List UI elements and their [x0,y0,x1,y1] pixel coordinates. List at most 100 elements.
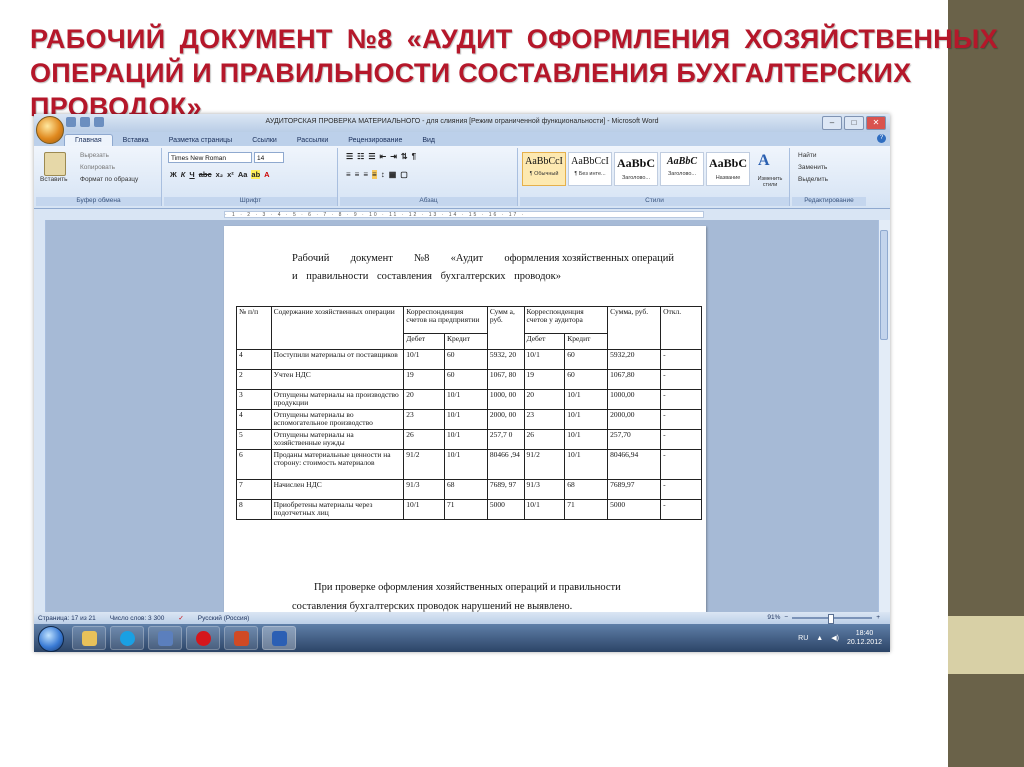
cell-sum: 2000, 00 [486,409,525,430]
zoom-out-button[interactable]: − [784,614,788,621]
tab-view[interactable]: Вид [412,135,445,146]
change-case-button[interactable]: Aa [238,170,248,179]
clock-date: 20.12.2012 [846,639,882,646]
underline-button[interactable]: Ч [189,170,194,179]
increase-indent-icon[interactable]: ⇥ [390,152,397,161]
cell-auditor-credit: 60 [564,369,609,390]
start-button[interactable] [38,626,64,652]
tab-insert[interactable]: Вставка [113,135,159,146]
align-left-icon[interactable]: ≡ [346,170,351,179]
taskbar-explorer[interactable] [72,626,106,650]
volume-icon[interactable]: ◀) [831,634,839,642]
tab-review[interactable]: Рецензирование [338,135,412,146]
doc-title-word: «Аудит [450,253,484,264]
align-right-icon[interactable]: ≡ [363,170,368,179]
copy-button[interactable]: Копировать [80,164,115,171]
tab-home[interactable]: Главная [64,134,113,146]
tab-references[interactable]: Ссылки [242,135,287,146]
spellcheck-icon[interactable]: ✓ [178,614,183,622]
sort-icon[interactable]: ⇅ [401,152,408,161]
language-bar[interactable]: RU [798,635,808,642]
decrease-indent-icon[interactable]: ⇤ [380,152,387,161]
table-row: 7 Начислен НДС 91/3 68 7689, 97 91/3 68 7689,97… [236,479,702,500]
cell-deviation: - [660,389,702,410]
bullets-icon[interactable]: ☰ [346,152,353,161]
style-heading-2[interactable]: AaBbC Заголово... [660,152,704,186]
strikethrough-button[interactable]: abc [199,170,212,179]
zoom-slider[interactable] [792,613,873,624]
ribbon: Вставить Вырезать Копировать Формат по о… [34,146,890,209]
scrollbar-thumb[interactable] [880,230,888,340]
style-name: Название [715,175,741,181]
cell-auditor-sum: 1000,00 [607,389,662,410]
zoom-level[interactable]: 91% [767,614,780,621]
cell-auditor-debit: 26 [523,429,566,450]
format-painter-button[interactable]: Формат по образцу [80,176,138,183]
paste-button[interactable]: Вставить [40,176,68,183]
line-spacing-icon[interactable]: ↕ [381,170,385,179]
multilevel-list-icon[interactable]: ☰ [368,152,375,161]
font-name-select[interactable]: Times New Roman [168,152,252,163]
select-button[interactable]: Выделить [798,176,828,183]
font-color-icon[interactable]: A [264,170,269,179]
align-center-icon[interactable]: ≡ [355,170,360,179]
paste-icon[interactable] [44,152,66,176]
document-page[interactable]: Рабочий документ №8 «Аудит оформления хо… [224,226,706,612]
justify-icon[interactable]: ≡ [372,170,377,179]
highlight-icon[interactable]: ab [251,170,261,179]
numbering-icon[interactable]: ☷ [357,152,364,161]
superscript-button[interactable]: x² [227,170,234,179]
header-credit: Кредит [443,333,488,350]
zoom-slider-knob[interactable] [828,613,835,624]
maximize-button[interactable]: □ [844,116,864,130]
style-heading-1[interactable]: AaBbC Заголово... [614,152,658,186]
document-workspace: Рабочий документ №8 «Аудит оформления хо… [46,220,878,612]
vertical-ruler[interactable] [34,220,46,612]
pilcrow-icon[interactable]: ¶ [412,152,416,161]
taskbar-word[interactable] [262,626,296,650]
cell-credit: 71 [443,499,488,520]
borders-icon[interactable]: ▢ [400,170,408,179]
cell-auditor-debit: 91/3 [523,479,566,500]
office-button[interactable] [36,116,64,144]
cell-debit: 10/1 [403,499,445,520]
network-icon[interactable]: ▲ [816,635,823,642]
font-size-select[interactable]: 14 [254,152,284,163]
tab-mailings[interactable]: Рассылки [287,135,338,146]
change-styles-icon[interactable]: A [758,152,770,170]
tab-page-layout[interactable]: Разметка страницы [159,135,243,146]
clock[interactable]: 18:40 20.12.2012 [847,629,882,647]
style-no-spacing[interactable]: AaBbCcI ¶ Без инте... [568,152,612,186]
taskbar-opera[interactable] [186,626,220,650]
cell-deviation: - [660,429,702,450]
cut-button[interactable]: Вырезать [80,152,109,159]
change-styles-button[interactable]: Изменить стили [750,176,790,188]
word-count[interactable]: Число слов: 3 300 [110,615,165,622]
zoom-in-button[interactable]: + [876,614,880,621]
shading-icon[interactable]: ▦ [389,170,397,179]
table-row: 2 Учтен НДС 19 60 1067, 80 19 60 1067,80- [236,369,702,390]
style-title[interactable]: AaBbC Название [706,152,750,186]
cell-num: 5 [236,429,272,450]
page-counter[interactable]: Страница: 17 из 21 [38,615,96,622]
bold-button[interactable]: Ж [170,170,177,179]
paragraph-group: ☰ ☷ ☰ ⇤ ⇥ ⇅ ¶ ≡ ≡ ≡ ≡ ↕ ▦ ▢ Абзац [340,148,518,206]
media-player-icon [158,631,173,646]
taskbar-media[interactable] [148,626,182,650]
replace-button[interactable]: Заменить [798,164,827,171]
style-normal[interactable]: AaBbCcI ¶ Обычный [522,152,566,186]
taskbar-powerpoint[interactable] [224,626,258,650]
vertical-scrollbar[interactable] [878,220,890,612]
header-corr-auditor: Корреспонденция счетов у аудитора [523,305,609,335]
cell-auditor-debit: 20 [523,389,566,410]
taskbar-skype[interactable] [110,626,144,650]
cell-auditor-sum: 1067,80 [607,369,662,390]
minimize-button[interactable]: – [822,116,842,130]
italic-button[interactable]: К [181,170,186,179]
find-button[interactable]: Найти [798,152,817,159]
style-sample: AaBbCcI [571,156,609,167]
subscript-button[interactable]: x₂ [216,170,224,179]
close-button[interactable]: ✕ [866,116,886,130]
language-indicator[interactable]: Русский (Россия) [198,615,250,622]
help-icon[interactable]: ? [877,134,886,143]
